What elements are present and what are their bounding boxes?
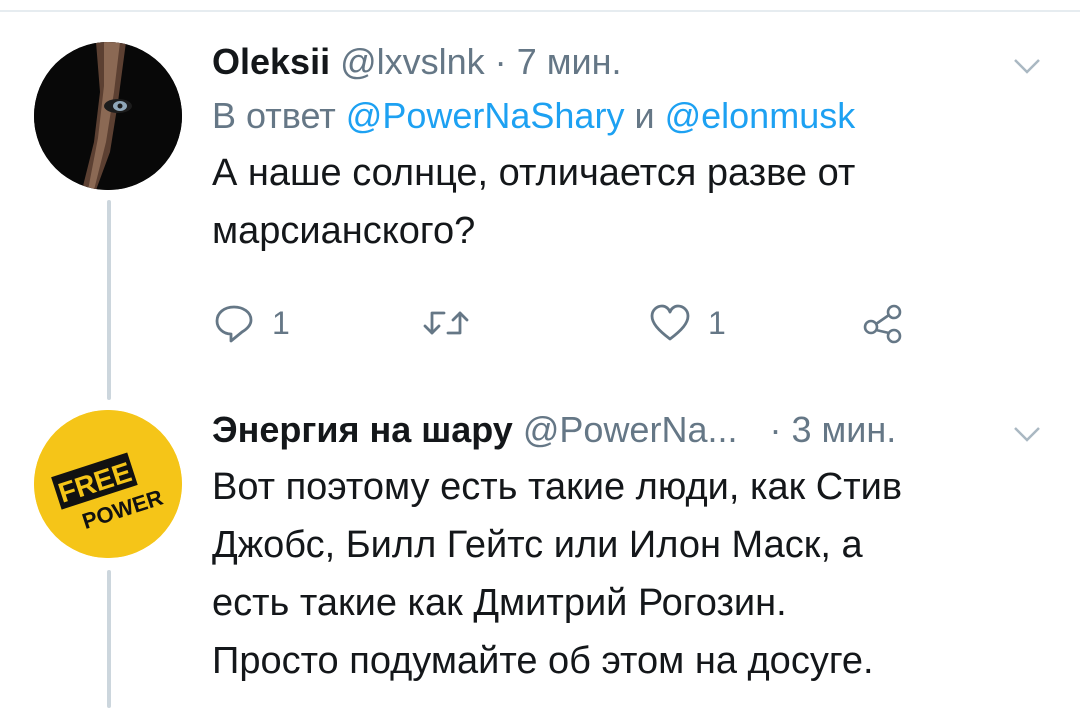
mention-link[interactable]: @PowerNaShary [346,95,625,136]
retweet-icon [423,311,469,335]
tweet-header: Oleksii @lxvslnk · 7 мин. [212,40,1050,84]
reply-joiner: и [634,95,655,136]
like-action[interactable]: 1 [648,298,726,348]
tweet-content: Oleksii @lxvslnk · 7 мин. В ответ @Power… [212,40,1050,260]
thread-line [107,570,111,708]
heart-icon [650,304,690,341]
like-count: 1 [708,304,726,341]
mention-link[interactable]: @elonmusk [665,95,856,136]
retweet-action[interactable] [422,298,470,348]
separator: · [769,409,782,450]
reply-prefix: В ответ [212,95,336,136]
tweet-1[interactable]: Oleksii @lxvslnk · 7 мин. В ответ @Power… [0,0,1080,400]
tweet-text-line: есть такие как Дмитрий Рогозин. [212,582,787,624]
display-name[interactable]: Энергия на шару [212,409,513,450]
tweet-text-line: Вот поэтому есть такие люди, как Стив [212,466,903,508]
avatar-photo [34,42,182,190]
tweet-actions: 1 1 [212,298,932,348]
tweet-text-line: Просто подумайте об этом на досуге. [212,640,874,682]
tweet-text-line: А наше солнце, отличается разве от [212,152,856,194]
share-icon [863,304,902,344]
separator: · [494,41,507,82]
tweet-content: Энергия на шару @PowerNa... · 3 мин. Вот… [212,408,1050,690]
timestamp[interactable]: 7 мин. [517,41,622,82]
thread-line [107,200,111,400]
handle[interactable]: @PowerNa... [523,409,738,450]
free-power-logo: FREE POWER [34,410,182,558]
avatar-oleksii[interactable] [34,42,182,190]
tweet-text-line: марсианского? [212,210,476,252]
tweet-text-line: Джобс, Билл Гейтс или Илон Маск, а [212,524,863,566]
tweet-2[interactable]: FREE POWER Энергия на шару @PowerNa... ·… [0,400,1080,708]
display-name[interactable]: Oleksii [212,41,330,82]
timestamp[interactable]: 3 мин. [792,409,897,450]
reply-action[interactable]: 1 [212,298,290,348]
tweet-text: Вот поэтому есть такие люди, как Стив Дж… [212,458,1050,690]
avatar-powernashary[interactable]: FREE POWER [34,410,182,558]
reply-icon [215,305,253,343]
tweet-text: А наше солнце, отличается разве от марси… [212,144,1050,260]
tweet-header: Энергия на шару @PowerNa... · 3 мин. [212,408,1050,452]
reply-context: В ответ @PowerNaShary и @elonmusk [212,94,1050,138]
share-action[interactable] [860,298,906,348]
reply-count: 1 [272,304,290,341]
handle[interactable]: @lxvslnk [340,41,485,82]
chevron-down-icon[interactable] [1012,56,1042,76]
chevron-down-icon[interactable] [1012,424,1042,444]
